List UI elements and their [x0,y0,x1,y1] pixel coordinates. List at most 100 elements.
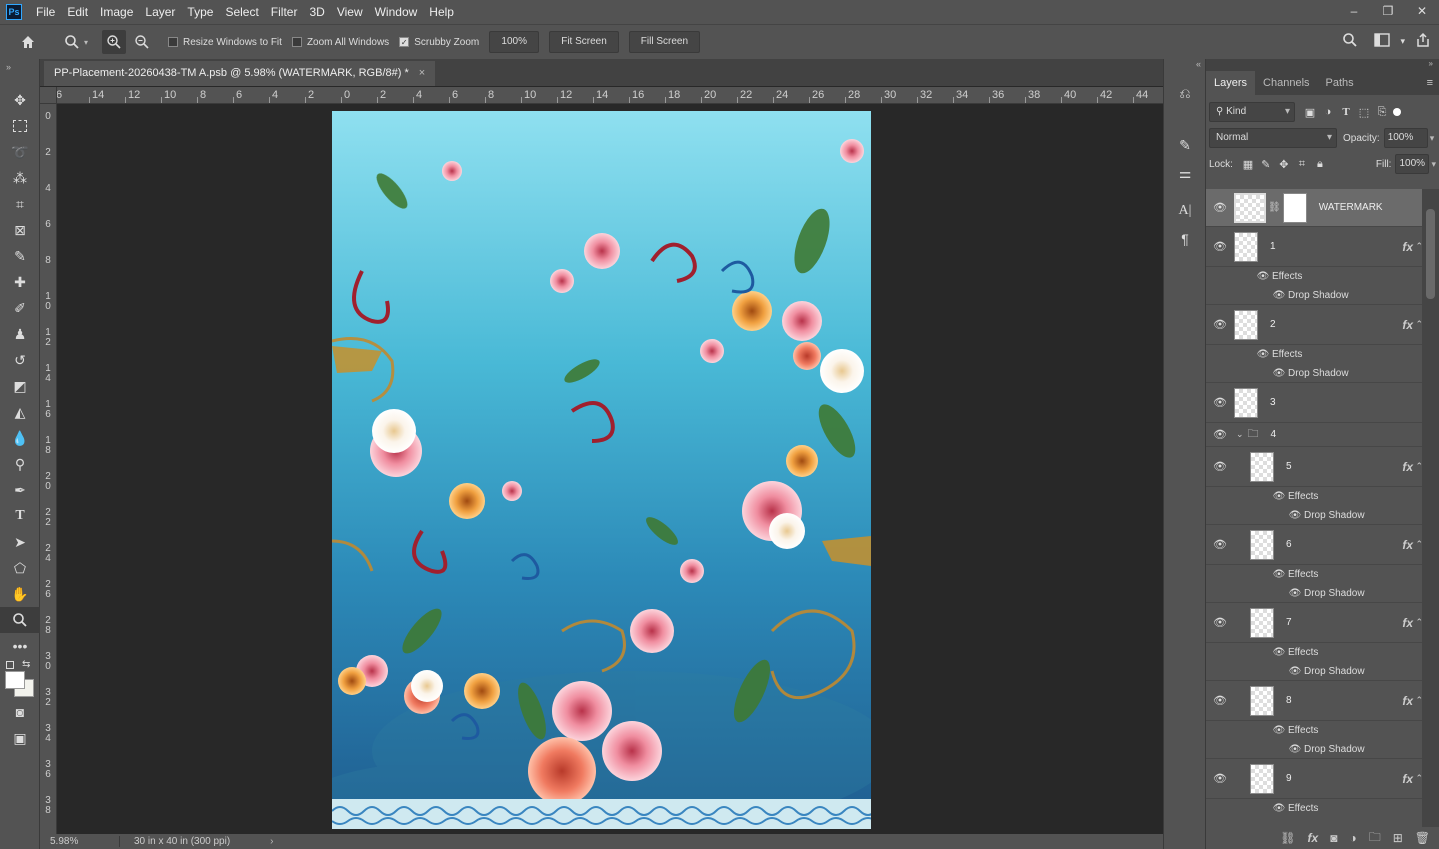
history-panel-icon[interactable]: ⎌ [1164,79,1206,107]
filter-toggle-icon[interactable] [1393,108,1401,116]
fx-icon[interactable]: fx [1402,460,1413,474]
effects-row[interactable]: 👁︎ Effects [1206,643,1423,662]
chevron-down-icon[interactable]: ⌄ [1236,429,1244,440]
lasso-tool-icon[interactable]: ➰ [0,139,40,165]
menu-view[interactable]: View [331,0,369,24]
delete-layer-icon[interactable]: 🗑︎ [1415,831,1430,845]
effects-row[interactable]: 👁︎ Effects [1206,487,1423,506]
tab-paths[interactable]: Paths [1318,71,1362,95]
magic-wand-tool-icon[interactable]: ⁂ [0,165,40,191]
drop-shadow-row[interactable]: 👁︎ Drop Shadow [1206,662,1423,681]
new-adjustment-icon[interactable]: ◑ [1349,831,1356,845]
menu-3d[interactable]: 3D [303,0,330,24]
status-zoom[interactable]: 5.98% [40,836,120,847]
layer-3[interactable]: 👁︎ 3 [1206,383,1423,423]
scrubby-zoom-checkbox[interactable]: ✓ Scrubby Zoom [399,37,479,48]
zoom-out-icon[interactable] [130,30,154,54]
layer-mask-thumbnail[interactable] [1282,192,1307,223]
drop-shadow-row[interactable]: 👁︎ Drop Shadow [1206,506,1423,525]
canvas-vertical-scroll[interactable] [1145,104,1163,834]
blend-mode-select[interactable]: Normal ▾ [1209,128,1337,148]
eye-icon[interactable]: 👁︎ [1206,616,1234,629]
fx-icon[interactable]: fx [1402,538,1413,552]
filter-shape-icon[interactable]: ⬚ [1355,106,1373,119]
eye-icon[interactable]: 👁︎ [1206,201,1234,214]
vertical-ruler[interactable]: 02468101214161820222426283032343638 [40,104,57,834]
eye-icon[interactable]: 👁︎ [1254,349,1272,360]
brush-settings-icon[interactable]: ✎ [1164,131,1206,159]
minimize-button[interactable]: – [1337,0,1371,24]
menu-type[interactable]: Type [181,0,219,24]
checkbox-checked[interactable]: ✓ [399,37,410,47]
history-brush-tool-icon[interactable]: ↺ [0,347,40,373]
shape-tool-icon[interactable]: ⬠ [0,555,40,581]
effects-row[interactable]: 👁︎ Effects [1206,565,1423,584]
filter-smart-object-icon[interactable]: ⎘ [1373,106,1391,119]
menu-select[interactable]: Select [219,0,264,24]
eye-icon[interactable]: 👁︎ [1206,396,1234,409]
quick-mask-icon[interactable]: ◙ [0,699,40,725]
add-style-icon[interactable]: fx [1308,831,1319,845]
eye-icon[interactable]: 👁︎ [1206,460,1234,473]
chevron-down-icon[interactable]: ▾ [1400,36,1405,47]
filter-type-icon[interactable]: T [1337,106,1355,118]
drop-shadow-row[interactable]: 👁︎ Drop Shadow [1206,364,1423,383]
chevron-down-icon[interactable]: ▾ [1431,159,1436,170]
search-icon[interactable] [1342,32,1358,51]
home-icon[interactable] [16,30,40,54]
eye-icon[interactable]: 👁︎ [1206,428,1234,441]
paragraph-panel-icon[interactable]: ¶ [1164,225,1206,253]
eye-icon[interactable]: 👁︎ [1270,803,1288,814]
fill-field[interactable]: 100% [1395,154,1430,174]
stamp-tool-icon[interactable]: ♟ [0,321,40,347]
chevron-down-icon[interactable]: ▾ [84,38,88,47]
layer-watermark[interactable]: 👁︎ ⛓︎ WATERMARK [1206,189,1423,227]
path-selection-tool-icon[interactable]: ➤ [0,529,40,555]
drop-shadow-row[interactable]: 👁︎ Drop Shadow [1206,286,1423,305]
effects-row[interactable]: 👁︎ Effects [1206,345,1423,364]
zoom-tool-icon[interactable] [60,30,84,54]
lock-all-icon[interactable]: 🔒︎ [1311,158,1329,171]
paint-bucket-tool-icon[interactable]: ◭ [0,399,40,425]
lock-pixels-icon[interactable]: ✎ [1257,158,1275,171]
scrollbar-thumb[interactable] [1426,209,1435,299]
tab-channels[interactable]: Channels [1255,71,1317,95]
drop-shadow-row[interactable]: 👁︎ Drop Shadow [1206,740,1423,759]
effects-row[interactable]: 👁︎ Effects [1206,799,1423,818]
zoom-all-windows-checkbox[interactable]: Zoom All Windows [291,37,389,48]
crop-tool-icon[interactable]: ⌗ [0,191,40,217]
close-document-button[interactable]: × [419,61,425,86]
lock-artboard-icon[interactable]: ⌗ [1293,158,1311,171]
swap-colors-icon[interactable]: ⇆ [22,659,30,670]
eraser-tool-icon[interactable]: ◩ [0,373,40,399]
color-swatches[interactable]: ⇆ [0,659,39,699]
eye-icon[interactable]: 👁︎ [1270,647,1288,658]
menu-layer[interactable]: Layer [139,0,181,24]
fx-icon[interactable]: fx [1402,772,1413,786]
fx-icon[interactable]: fx [1402,694,1413,708]
new-layer-icon[interactable]: ⊞ [1393,831,1403,845]
marquee-tool-icon[interactable] [0,113,40,139]
restore-button[interactable]: ❐ [1371,0,1405,24]
eye-icon[interactable]: 👁︎ [1286,588,1304,599]
layer-1[interactable]: 👁︎ 1 fx ⌃ [1206,227,1423,267]
menu-edit[interactable]: Edit [61,0,94,24]
panel-menu-icon[interactable]: ≡ [1427,71,1433,95]
filter-pixel-icon[interactable]: ▣ [1301,106,1319,119]
fit-screen-button[interactable]: Fit Screen [549,31,619,53]
pen-tool-icon[interactable]: ✒ [0,477,40,503]
collapse-toolbox-icon[interactable]: » [0,59,39,87]
blur-tool-icon[interactable]: 💧 [0,425,40,451]
layer-6[interactable]: 👁︎ 6 fx ⌃ [1206,525,1423,565]
checkbox-box[interactable] [168,37,179,47]
menu-window[interactable]: Window [369,0,424,24]
lock-transparent-icon[interactable]: ▦ [1239,158,1257,171]
effects-row[interactable]: 👁︎ Effects [1206,721,1423,740]
zoom-tool-icon[interactable] [0,607,40,633]
artwork-floral-image[interactable] [332,111,871,829]
layers-scrollbar[interactable] [1422,189,1439,829]
menu-file[interactable]: File [30,0,61,24]
eye-icon[interactable]: 👁︎ [1286,510,1304,521]
frame-tool-icon[interactable]: ⊠ [0,217,40,243]
eye-icon[interactable]: 👁︎ [1270,290,1288,301]
